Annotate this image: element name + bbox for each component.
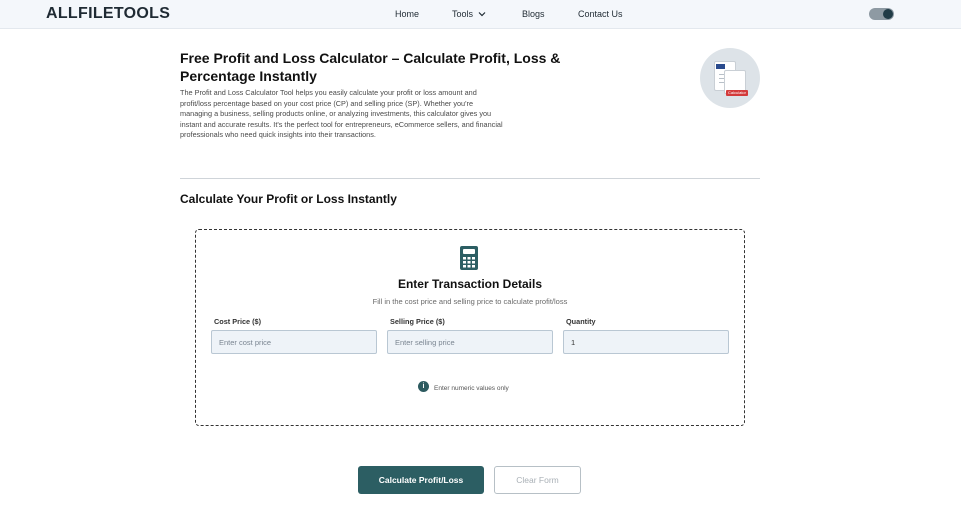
selling-price-input[interactable]: [387, 330, 553, 354]
quantity-label: Quantity: [566, 317, 596, 326]
theme-toggle[interactable]: [869, 8, 894, 20]
site-logo[interactable]: ALLFILETOOLS: [46, 5, 170, 23]
page-title: Free Profit and Loss Calculator – Calcul…: [180, 50, 561, 84]
nav-tools-label: Tools: [452, 9, 474, 19]
doc-tag: [716, 64, 725, 69]
selling-price-label: Selling Price ($): [390, 317, 445, 326]
nav-home[interactable]: Home: [395, 9, 419, 19]
nav-contact[interactable]: Contact Us: [578, 9, 623, 19]
info-icon: i: [418, 381, 429, 392]
site-header: ALLFILETOOLS Home Tools Blogs Contact Us: [0, 0, 961, 29]
quantity-input[interactable]: [563, 330, 729, 354]
section-title: Calculate Your Profit or Loss Instantly: [180, 192, 397, 206]
calculator-hero-image: Calculator: [700, 48, 760, 108]
calculator-badge: Calculator: [726, 90, 748, 96]
nav-blogs[interactable]: Blogs: [522, 9, 545, 19]
calculate-button[interactable]: Calculate Profit/Loss: [358, 466, 484, 494]
cost-price-label: Cost Price ($): [214, 317, 262, 326]
toggle-knob: [883, 9, 893, 19]
nav-tools[interactable]: Tools: [452, 9, 486, 19]
hint-text: Enter numeric values only: [434, 384, 509, 392]
page-description: The Profit and Loss Calculator Tool help…: [180, 88, 503, 139]
calculator-icon: [460, 246, 478, 270]
card-subtitle: Fill in the cost price and selling price…: [372, 297, 568, 306]
numeric-hint: i Enter numeric values only: [418, 381, 509, 392]
chevron-down-icon: [478, 12, 486, 17]
transaction-card: Enter Transaction Details Fill in the co…: [195, 229, 745, 426]
card-title: Enter Transaction Details: [397, 277, 543, 291]
section-divider: [180, 178, 760, 179]
cost-price-input[interactable]: [211, 330, 377, 354]
clear-form-button[interactable]: Clear Form: [494, 466, 581, 494]
